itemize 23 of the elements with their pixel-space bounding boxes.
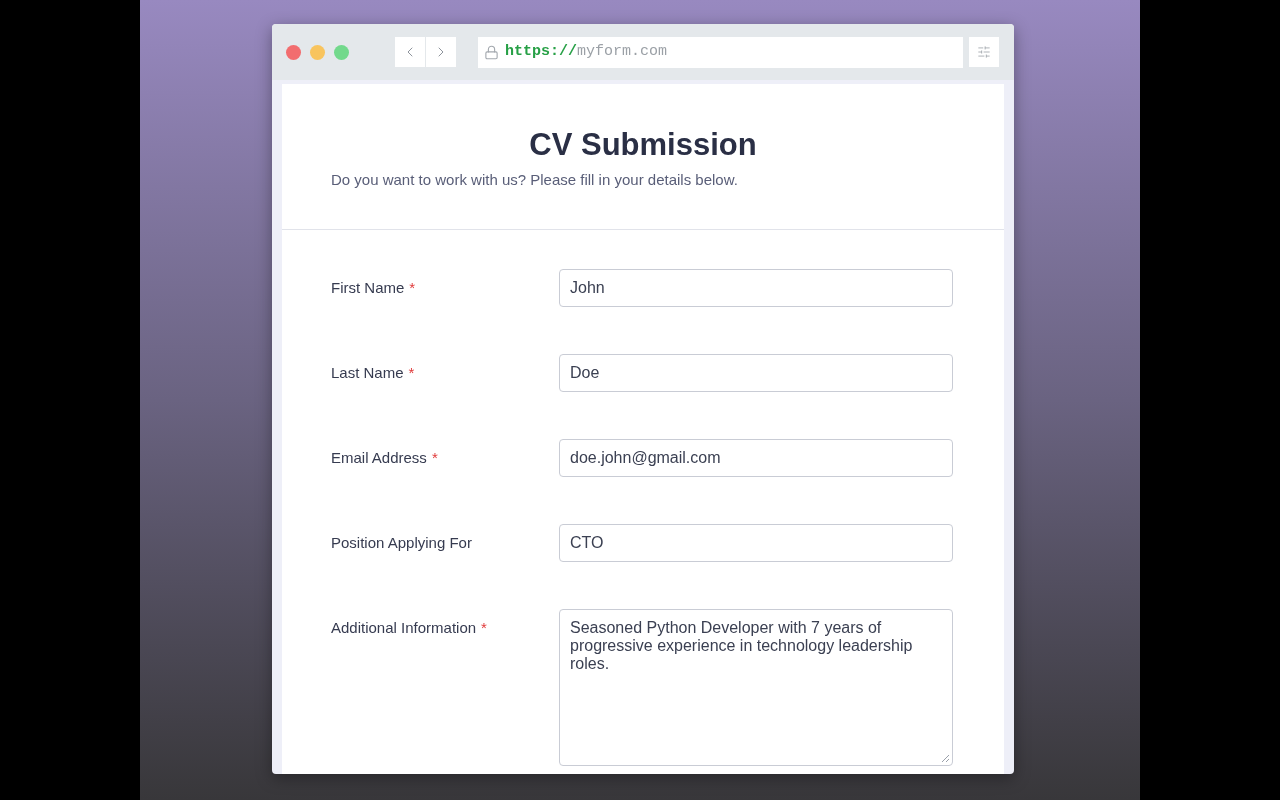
required-mark: *	[431, 449, 438, 467]
text-input[interactable]: Doe	[559, 354, 953, 392]
back-button[interactable]	[395, 37, 425, 67]
form-subtitle: Do you want to work with us? Please fill in your details below.	[331, 171, 739, 189]
sliders-icon	[977, 45, 991, 59]
field-label: Last Name	[331, 364, 404, 382]
settings-button[interactable]	[969, 37, 999, 67]
field-label: Email Address	[331, 449, 427, 467]
required-mark: *	[481, 619, 487, 637]
resize-handle-icon[interactable]	[941, 754, 949, 762]
lock-icon	[484, 44, 499, 60]
text-input[interactable]: doe.john@gmail.com	[559, 439, 953, 477]
url-text: https://myform.com	[505, 41, 668, 62]
field-label: Position Applying For	[331, 534, 472, 552]
required-mark: *	[409, 279, 416, 297]
field-label: First Name	[331, 279, 405, 297]
form-title: CV Submission	[528, 128, 758, 162]
field-label: Additional Information	[331, 619, 477, 637]
text-input[interactable]: John	[559, 269, 953, 307]
forward-button[interactable]	[426, 37, 456, 67]
text-input[interactable]: CTO	[559, 524, 953, 562]
required-mark: *	[408, 364, 415, 382]
textarea-field[interactable]: Seasoned Python Developer with 7 years of progressive experience in technology leadership roles.	[559, 609, 953, 766]
